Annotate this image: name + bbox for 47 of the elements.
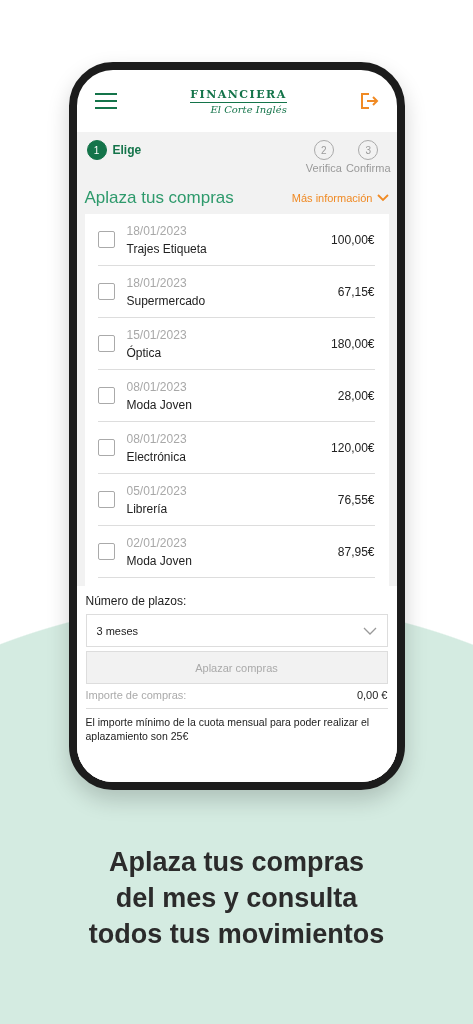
- more-info-link[interactable]: Más información: [291, 192, 389, 204]
- checkbox[interactable]: [97, 335, 115, 352]
- checkbox[interactable]: [97, 543, 115, 560]
- purchase-amount: 67,15€: [337, 284, 375, 299]
- purchase-amount: 120,00€: [331, 440, 375, 455]
- caption-line: del mes y consulta: [115, 882, 358, 915]
- purchase-amount: 76,55€: [337, 492, 375, 507]
- checkbox[interactable]: [97, 387, 115, 404]
- menu-icon[interactable]: [94, 93, 117, 109]
- purchase-name: Óptica: [126, 345, 163, 360]
- purchase-date: 15/01/2023: [126, 327, 188, 342]
- step-tab[interactable]: 2 Verifica: [303, 140, 344, 174]
- checkbox[interactable]: [97, 231, 115, 248]
- brand-logo: FINANCIERA: [190, 87, 287, 103]
- chevron-down-icon: [362, 626, 377, 635]
- logout-icon[interactable]: [360, 93, 379, 109]
- purchase-name: Supermercado: [126, 293, 207, 308]
- purchase-name: Moda Joven: [126, 397, 193, 412]
- purchase-amount: 87,95€: [337, 544, 375, 559]
- purchase-date: 08/01/2023: [126, 379, 188, 394]
- note-text: El importe mínimo de la cuota mensual para poder realizar el aplazamiento son 25€: [85, 715, 371, 743]
- purchase-name: Trajes Etiqueta: [126, 241, 208, 256]
- caption-line: todos tus movimientos: [88, 918, 385, 951]
- purchase-date: 05/01/2023: [126, 483, 188, 498]
- total-label: Importe de compras:: [85, 689, 187, 701]
- purchase-amount: 28,00€: [337, 388, 375, 403]
- purchase-date: 02/01/2023: [126, 535, 188, 550]
- installments-dropdown[interactable]: 3 meses: [85, 614, 388, 647]
- page-title: Aplaza tus compras: [84, 188, 234, 208]
- purchase-amount: 180,00€: [331, 336, 375, 351]
- purchase-amount: 100,00€: [331, 232, 375, 247]
- purchase-name: Moda Joven: [126, 553, 193, 568]
- purchase-date: 08/01/2023: [126, 431, 188, 446]
- purchase-name: Electrónica: [126, 449, 187, 464]
- checkbox[interactable]: [97, 491, 115, 508]
- total-value: 0,00 €: [356, 689, 388, 701]
- checkbox[interactable]: [97, 283, 115, 300]
- checkbox[interactable]: [97, 439, 115, 456]
- purchase-date: 18/01/2023: [126, 275, 188, 290]
- caption-line: Aplaza tus compras: [108, 846, 365, 879]
- sub-brand-logo: El Corte Inglés: [210, 103, 287, 115]
- purchase-name: Librería: [126, 501, 169, 516]
- installments-label: Número de plazos:: [85, 594, 188, 608]
- purchase-date: 18/01/2023: [126, 223, 188, 238]
- chevron-down-icon: [376, 194, 389, 202]
- step-tab[interactable]: 1 Elige: [84, 140, 144, 160]
- step-tab[interactable]: 3 Confirma: [343, 140, 393, 174]
